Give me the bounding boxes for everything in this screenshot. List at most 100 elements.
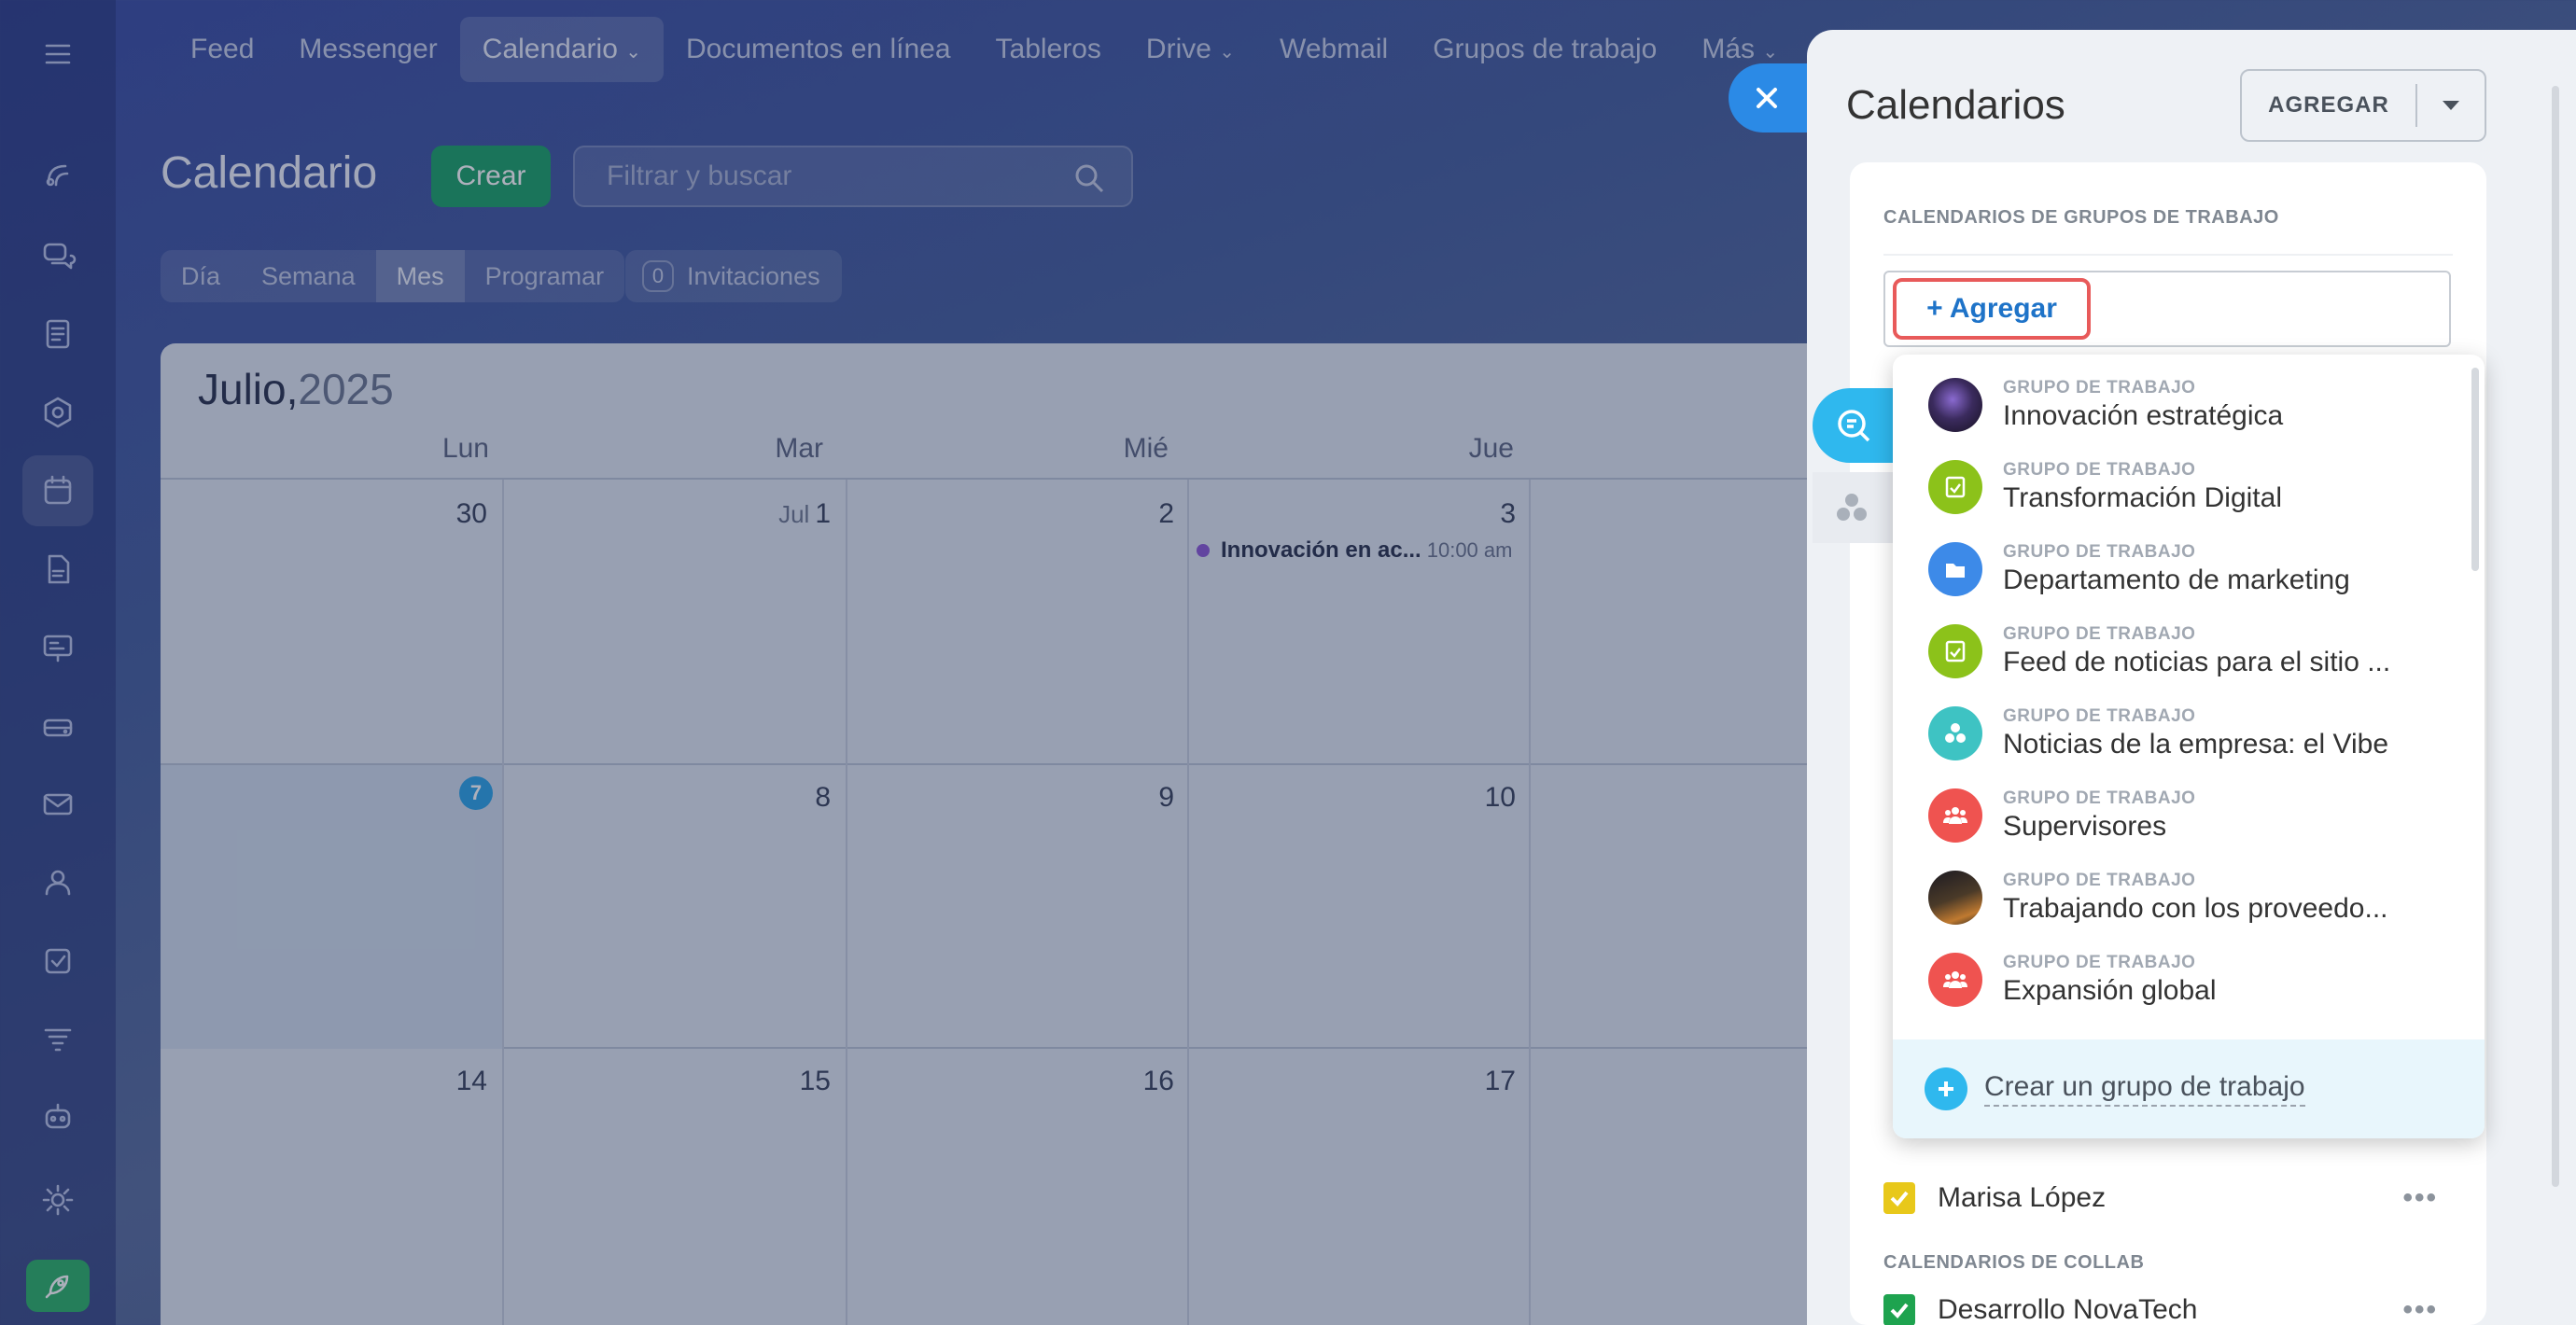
calendar-checkbox[interactable]	[1883, 1182, 1915, 1214]
hexagon-icon[interactable]	[22, 377, 93, 448]
today-cell[interactable]	[161, 765, 502, 1049]
workgroup-kind: GRUPO DE TRABAJO	[2003, 706, 2196, 726]
people-icon	[1928, 788, 1982, 843]
workgroup-kind: GRUPO DE TRABAJO	[2003, 788, 2196, 808]
file-icon[interactable]	[22, 534, 93, 605]
tab-month[interactable]: Mes	[375, 250, 465, 302]
rocket-icon[interactable]	[26, 1260, 90, 1312]
contacts-icon[interactable]	[22, 847, 93, 918]
workgroup-option[interactable]: GRUPO DE TRABAJO Supervisores	[1893, 774, 2471, 857]
create-button[interactable]: Crear	[431, 146, 551, 207]
view-tabs: Día Semana Mes Programar	[161, 250, 625, 302]
invitations-label: Invitaciones	[687, 261, 820, 290]
workgroup-kind: GRUPO DE TRABAJO	[2003, 460, 2196, 480]
month-prefix: Jul	[778, 500, 810, 528]
month-title: Julio,2025	[198, 364, 394, 414]
calendar-event[interactable]: Innovación en ac... 10:00 am	[1197, 534, 1531, 567]
add-workgroup-calendar-link[interactable]: + Agregar	[1893, 278, 2091, 340]
invitations-button[interactable]: 0 Invitaciones	[625, 250, 842, 302]
create-workgroup-button[interactable]: Crear un grupo de trabajo	[1893, 1039, 2485, 1138]
nav-workgroups[interactable]: Grupos de trabajo	[1410, 17, 1679, 82]
workgroup-search-field[interactable]: + Agregar	[1883, 271, 2451, 347]
robot-icon[interactable]	[22, 1082, 93, 1153]
day-number[interactable]: 16	[1143, 1066, 1174, 1097]
create-workgroup-label: Crear un grupo de trabajo	[1984, 1071, 2305, 1107]
day-number[interactable]: 30	[456, 498, 487, 530]
tab-schedule[interactable]: Programar	[465, 250, 625, 302]
menu-icon[interactable]	[22, 19, 93, 90]
day-number[interactable]: 9	[1158, 782, 1174, 814]
add-calendar-button[interactable]: AGREGAR	[2242, 92, 2415, 119]
tab-day[interactable]: Día	[161, 250, 241, 302]
nav-calendar[interactable]: Calendario ⌄	[459, 17, 664, 82]
calendar-row[interactable]: Marisa López •••	[1883, 1170, 2451, 1226]
workgroup-photo-avatar	[1928, 871, 1982, 925]
nav-online-documents[interactable]: Documentos en línea	[664, 17, 973, 82]
nav-drive-label: Drive	[1145, 34, 1211, 64]
workgroup-name: Feed de noticias para el sitio ...	[2003, 647, 2391, 677]
tasks-icon[interactable]	[22, 926, 93, 997]
presentation-icon[interactable]	[22, 612, 93, 683]
messenger-icon[interactable]	[22, 220, 93, 291]
calendar-icon[interactable]	[22, 455, 93, 526]
divider	[1529, 480, 1531, 1325]
circles-icon	[1837, 494, 1867, 521]
workgroup-kind: GRUPO DE TRABAJO	[2003, 953, 2196, 972]
day-number[interactable]: 14	[456, 1066, 487, 1097]
settings-icon[interactable]	[22, 1165, 93, 1235]
panel-side-tabs	[1813, 388, 1897, 543]
workgroup-name: Trabajando con los proveedo...	[2003, 893, 2388, 924]
day-number[interactable]: 17	[1485, 1066, 1516, 1097]
workgroup-option[interactable]: GRUPO DE TRABAJO Feed de noticias para el…	[1893, 610, 2471, 692]
nav-webmail[interactable]: Webmail	[1257, 17, 1410, 82]
divider	[846, 480, 847, 1325]
divider	[1187, 480, 1189, 1325]
day-number-value: 1	[815, 498, 831, 529]
more-options-icon[interactable]: •••	[2402, 1182, 2438, 1214]
workgroup-option[interactable]: GRUPO DE TRABAJO Transformación Digital	[1893, 446, 2471, 528]
workgroup-option[interactable]: GRUPO DE TRABAJO Departamento de marketin…	[1893, 528, 2471, 610]
filter-search-input[interactable]: Filtrar y buscar	[573, 146, 1133, 207]
panel-scrollbar[interactable]	[2552, 86, 2559, 1187]
calendar-checkbox[interactable]	[1883, 1294, 1915, 1325]
tab-week[interactable]: Semana	[241, 250, 376, 302]
chevron-down-icon: ⌄	[1762, 42, 1779, 63]
mail-icon[interactable]	[22, 769, 93, 840]
nav-drive[interactable]: Drive ⌄	[1124, 17, 1257, 82]
nav-calendar-label: Calendario	[482, 34, 618, 64]
calendar-row[interactable]: Desarrollo NovaTech •••	[1883, 1282, 2451, 1325]
drive-icon[interactable]	[22, 690, 93, 761]
documents-icon[interactable]	[22, 299, 93, 370]
workgroup-option[interactable]: GRUPO DE TRABAJO Trabajando con los prove…	[1893, 857, 2471, 939]
workgroup-kind: GRUPO DE TRABAJO	[2003, 871, 2196, 890]
workgroup-option[interactable]: GRUPO DE TRABAJO Expansión global	[1893, 939, 2471, 1021]
workgroup-option[interactable]: GRUPO DE TRABAJO Noticias de la empresa: …	[1893, 692, 2471, 774]
groups-tab[interactable]	[1813, 472, 1897, 543]
nav-messenger[interactable]: Messenger	[276, 17, 459, 82]
day-number[interactable]: Jul 1	[778, 498, 831, 530]
checklist-icon	[1928, 624, 1982, 678]
more-options-icon[interactable]: •••	[2402, 1294, 2438, 1325]
today-badge[interactable]: 7	[459, 776, 493, 810]
event-title: Innovación en ac...	[1221, 537, 1421, 563]
nav-boards[interactable]: Tableros	[973, 17, 1124, 82]
day-number[interactable]: 15	[800, 1066, 831, 1097]
month-year: 2025	[298, 365, 394, 413]
day-number[interactable]: 8	[815, 782, 831, 814]
workgroup-name: Supervisores	[2003, 811, 2167, 842]
search-tab[interactable]	[1813, 388, 1897, 463]
dropdown-scrollbar[interactable]	[2471, 368, 2479, 571]
day-number[interactable]: 3	[1500, 498, 1516, 530]
chevron-down-icon: ⌄	[1219, 42, 1236, 63]
add-calendar-dropdown-toggle[interactable]	[2417, 101, 2485, 110]
day-number[interactable]: 10	[1485, 782, 1516, 814]
invitations-count: 0	[642, 260, 674, 292]
nav-feed[interactable]: Feed	[168, 17, 276, 82]
day-number[interactable]: 2	[1158, 498, 1174, 530]
workgroup-option[interactable]: GRUPO DE TRABAJO Innovación estratégica	[1893, 364, 2471, 446]
filter-icon[interactable]	[22, 1004, 93, 1075]
feed-icon[interactable]	[22, 140, 93, 211]
caret-down-icon	[2443, 101, 2459, 110]
weekday-wed: Mié	[1123, 433, 1169, 464]
collab-section-title: CALENDARIOS DE COLLAB	[1883, 1252, 2145, 1273]
